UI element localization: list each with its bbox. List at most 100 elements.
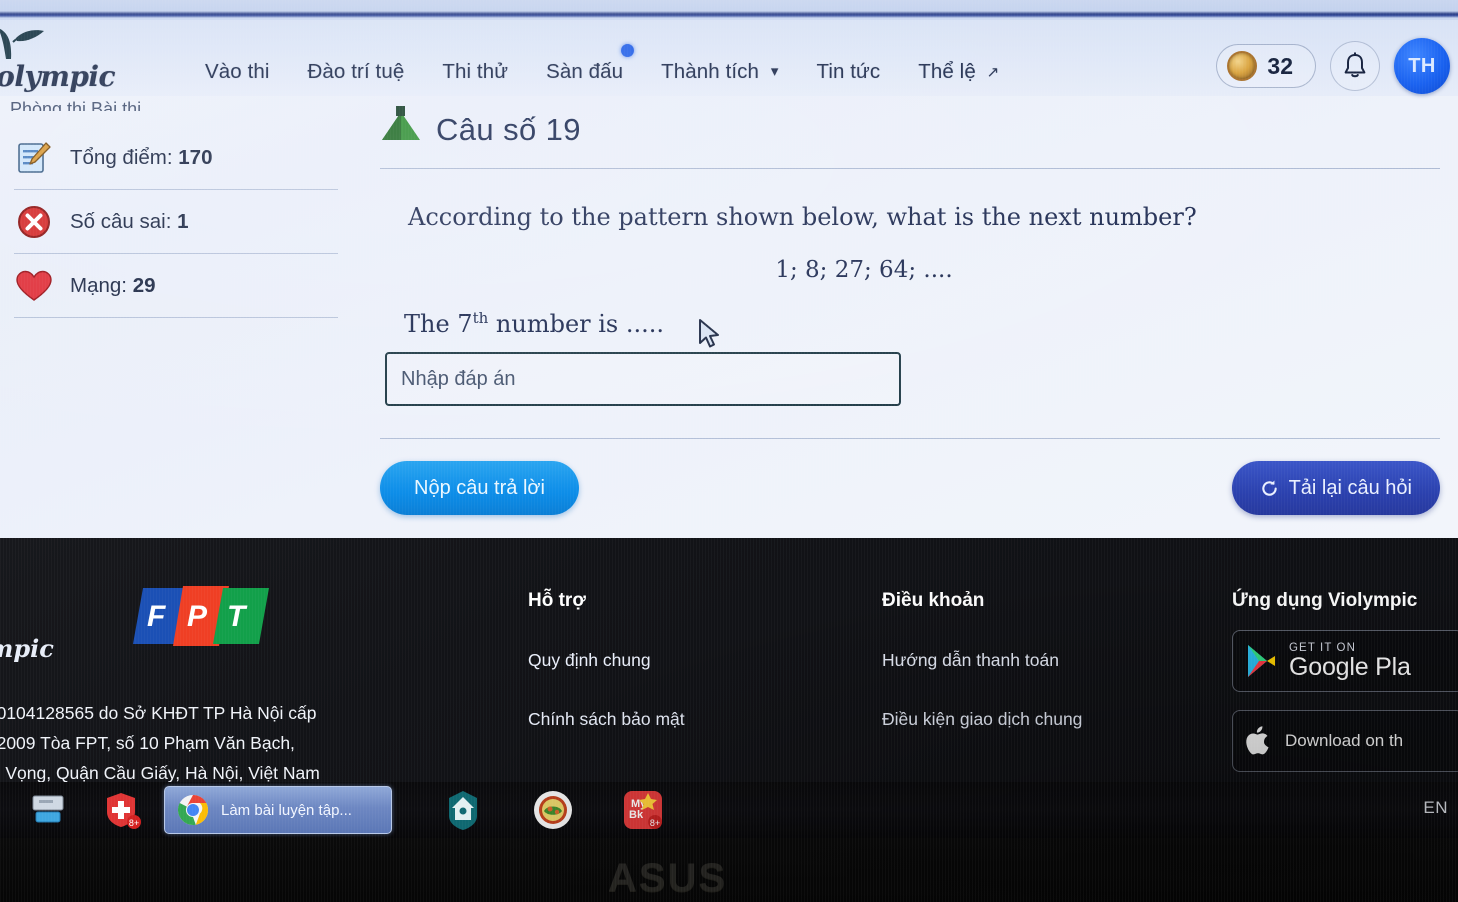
taskbar-language-indicator[interactable]: EN [1423, 798, 1448, 818]
badge-big-text: Download on th [1285, 731, 1404, 751]
nav-item-the-le[interactable]: Thể lệ ↗ [899, 60, 1018, 84]
nav-label: Tin tức [816, 60, 881, 83]
nav-label: Thể lệ [918, 60, 976, 83]
leaf-sprout-icon [0, 29, 44, 59]
chevron-down-icon: ▾ [770, 63, 779, 80]
footer-legal-text: ố 0104128565 do Sở KHĐT TP Hà Nội cấp 8/… [0, 698, 320, 784]
bell-icon [1344, 52, 1366, 78]
main-nav: Vào thi Đào trí tuệ Thi thử Sàn đấu Thàn… [186, 44, 1018, 84]
nav-item-dao-tri-tue[interactable]: Đào trí tuệ [289, 60, 424, 84]
stat-wrong-count-label: Số câu sai: 1 [70, 209, 189, 233]
question-answer-line: The 7th number is ..... [404, 309, 1458, 338]
question-panel: Câu số 19 According to the pattern shown… [380, 100, 1458, 521]
header-right-controls: 32 TH [1216, 38, 1450, 94]
chrome-icon [177, 794, 209, 825]
question-title: Câu số 19 [436, 112, 581, 147]
nav-label: Thi thử [442, 60, 509, 83]
app-store-badge-texts: Download on th [1285, 732, 1403, 750]
badge-big-text: Google Pla [1289, 652, 1411, 681]
answer-suffix: number is ..... [488, 310, 665, 338]
monitor-bezel: ASUS [0, 838, 1458, 902]
footer-legal-line: 8/2009 Tòa FPT, số 10 Phạm Văn Bạch, [0, 733, 295, 753]
footer-column-terms: Điều khoản Hướng dẫn thanh toán Điều kiệ… [882, 590, 1082, 730]
svg-text:T: T [227, 600, 248, 633]
footer-link-chinh-sach-bao-mat[interactable]: Chính sách bảo mật [528, 709, 685, 730]
footer-legal-line: ố 0104128565 do Sở KHĐT TP Hà Nội cấp [0, 703, 317, 723]
google-play-badge[interactable]: GET IT ON Google Pla [1232, 630, 1458, 692]
stat-wrong-count-value: 1 [177, 209, 189, 233]
footer-column-heading: Điều khoản [882, 590, 985, 611]
nav-label: Sàn đấu [546, 60, 624, 83]
svg-text:F: F [147, 600, 166, 633]
question-footer-divider [380, 438, 1440, 439]
footer-column-support: Hỗ trợ Quy định chung Chính sách bảo mật [528, 590, 685, 730]
nav-item-tin-tuc[interactable]: Tin tức [797, 60, 899, 84]
user-avatar[interactable]: TH [1394, 38, 1450, 94]
stat-wrong-count: Số câu sai: 1 [14, 190, 338, 254]
taskbar-mybook-app-icon[interactable]: My Bk 8+ [620, 787, 666, 833]
taskbar-file-explorer-icon[interactable] [26, 787, 72, 833]
notepad-pencil-icon [14, 138, 54, 178]
green-pyramid-icon [382, 106, 420, 140]
question-divider [380, 168, 1440, 169]
answer-prefix: The 7 [404, 310, 473, 338]
sidebar-cut-off-text: Phòng thi Bài thi .... [10, 99, 167, 111]
site-header: iolympic Vào thi Đào trí tuệ Thi thử Sàn… [0, 18, 1458, 96]
footer-apps-heading: Ứng dụng Violympic [1232, 590, 1418, 611]
app-store-badge[interactable]: Download on th [1232, 710, 1458, 772]
monitor-brand-logo: ASUS [608, 856, 728, 900]
coin-balance-pill[interactable]: 32 [1216, 44, 1316, 88]
site-footer: mpic F P T ố 0104128565 do Sở KHĐT TP Hà… [0, 538, 1458, 784]
stat-total-score-value: 170 [178, 145, 213, 169]
arrow-up-right-icon: ↗ [986, 64, 1000, 81]
nav-label: Vào thi [205, 60, 270, 83]
footer-link-dieu-kien-giao-dich[interactable]: Điều kiện giao dịch chung [882, 709, 1082, 730]
footer-column-apps: Ứng dụng Violympic GET IT ON Google Pla [1232, 590, 1458, 772]
taskbar-food-bowl-icon[interactable] [530, 787, 576, 833]
monitor-top-edge [0, 0, 1458, 20]
svg-text:8+: 8+ [129, 818, 139, 828]
coin-icon [1227, 51, 1258, 81]
submit-answer-button[interactable]: Nộp câu trả lời [380, 461, 579, 515]
reload-question-button[interactable]: Tải lại câu hỏi [1231, 461, 1440, 515]
taskbar-active-window-chrome[interactable]: Làm bài luyện tập... [164, 786, 392, 834]
taskbar-window-label: Làm bài luyện tập... [221, 801, 352, 819]
svg-text:Bk: Bk [629, 809, 644, 821]
notification-dot-icon [621, 44, 635, 57]
question-actions: Nộp câu trả lời Tải lại câu hỏi [380, 461, 1458, 521]
nav-item-thi-thu[interactable]: Thi thử [423, 60, 527, 84]
footer-link-huong-dan-thanh-toan[interactable]: Hướng dẫn thanh toán [882, 650, 1082, 671]
nav-item-vao-thi[interactable]: Vào thi [186, 60, 289, 84]
stat-total-score-label: Tổng điểm: 170 [70, 145, 213, 169]
google-play-badge-texts: GET IT ON Google Pla [1289, 642, 1411, 680]
nav-label: Đào trí tuệ [307, 60, 405, 83]
nav-item-san-dau[interactable]: Sàn đấu [527, 44, 642, 84]
stat-lives-label: Mạng: 29 [70, 273, 156, 297]
question-sequence: 1; 8; 27; 64; .... [775, 257, 953, 283]
coin-value: 32 [1267, 52, 1293, 79]
quiz-sidebar: Phòng thi Bài thi .... Tổng điểm: 170 Số… [0, 98, 352, 318]
nav-item-thanh-tich[interactable]: Thành tích ▾ [642, 60, 797, 84]
svg-text:P: P [187, 600, 208, 633]
red-x-circle-icon [14, 202, 54, 242]
footer-column-heading: Hỗ trợ [528, 590, 586, 611]
mouse-cursor [699, 319, 719, 348]
question-body: According to the pattern shown below, wh… [380, 203, 1458, 338]
red-heart-icon [14, 266, 54, 306]
answer-superscript: th [472, 309, 489, 327]
taskbar-home-shield-icon[interactable] [440, 787, 486, 833]
windows-taskbar: 8+ Làm bài luyện tập... My Bk 8+ EN [0, 782, 1458, 838]
violympic-logo[interactable]: iolympic [0, 26, 136, 96]
avatar-initials: TH [1408, 54, 1436, 77]
apple-icon [1246, 726, 1269, 755]
browser-page: iolympic Vào thi Đào trí tuệ Thi thử Sàn… [0, 18, 1458, 538]
footer-link-quy-dinh-chung[interactable]: Quy định chung [528, 650, 685, 671]
svg-text:8+: 8+ [650, 818, 660, 828]
answer-input[interactable] [385, 352, 901, 406]
reload-question-label: Tải lại câu hỏi [1288, 476, 1412, 499]
taskbar-medical-app-icon[interactable]: 8+ [98, 787, 144, 833]
screen-photo: iolympic Vào thi Đào trí tuệ Thi thử Sàn… [0, 0, 1458, 902]
notifications-button[interactable] [1330, 41, 1380, 91]
fpt-logo: F P T [133, 586, 269, 646]
refresh-icon [1261, 480, 1277, 496]
